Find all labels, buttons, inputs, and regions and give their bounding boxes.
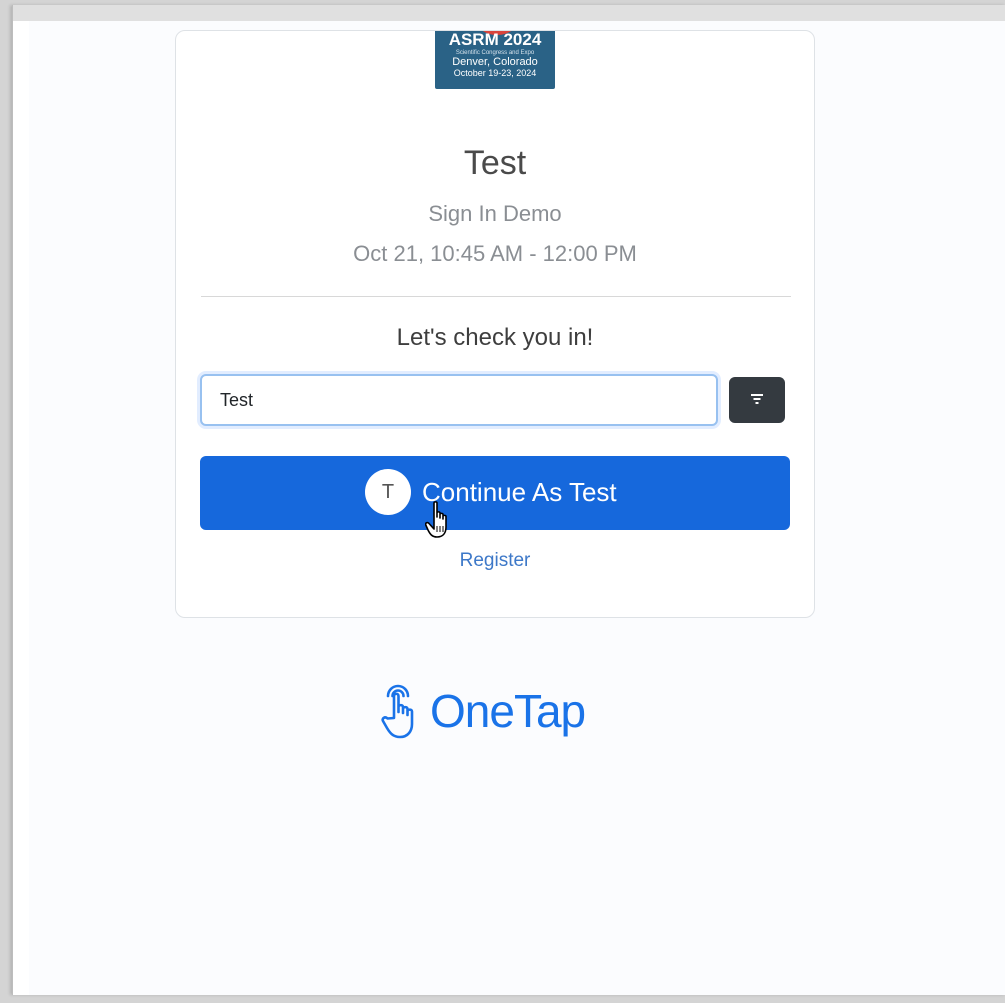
user-avatar: T <box>365 469 411 515</box>
continue-as-button[interactable]: T Continue As Test <box>200 456 790 530</box>
checkin-card: ASRM 2024 Scientific Congress and Expo D… <box>175 30 815 618</box>
hand-cursor-icon <box>425 501 447 538</box>
divider <box>201 296 791 297</box>
filter-button[interactable] <box>729 377 785 423</box>
event-title: Test <box>463 144 527 182</box>
logo-dates: October 19-23, 2024 <box>453 68 537 78</box>
page-top-bar <box>13 5 1005 21</box>
filter-icon <box>751 394 763 404</box>
logo-location: Denver, Colorado <box>452 56 538 68</box>
brand-name: OneTap <box>430 685 586 737</box>
logo-title: ASRM 2024 <box>448 30 542 49</box>
event-subtitle: Sign In Demo <box>428 201 562 226</box>
register-link[interactable]: Register <box>176 549 814 573</box>
event-time: Oct 21, 10:45 AM - 12:00 PM <box>353 241 637 266</box>
onetap-logo: OneTap <box>378 680 618 740</box>
name-search-input[interactable] <box>200 374 718 426</box>
event-logo: ASRM 2024 Scientific Congress and Expo D… <box>435 30 555 89</box>
checkin-prompt: Let's check you in! <box>396 324 594 351</box>
tap-hand-icon <box>381 684 414 739</box>
